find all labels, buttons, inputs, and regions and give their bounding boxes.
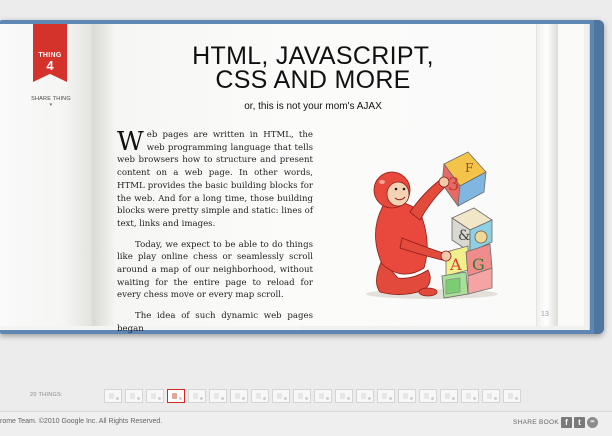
things-thumbnails [104, 389, 521, 405]
blocks-illustration: 3 F & A G [366, 151, 498, 299]
page-number: 13 [541, 311, 549, 318]
footer: rome Team. ©2010 Google Inc. All Rights … [0, 411, 612, 436]
thing-thumbnail-4[interactable] [167, 389, 185, 403]
paragraph-1: Web pages are written in HTML, the web p… [117, 129, 313, 231]
thing-thumbnail-3[interactable] [146, 389, 164, 403]
copyright-text: rome Team. ©2010 Google Inc. All Rights … [0, 418, 163, 425]
thing-thumbnail-18[interactable] [461, 389, 479, 403]
thing-thumbnail-17[interactable] [440, 389, 458, 403]
ribbon-number: 4 [46, 58, 54, 73]
thing-thumbnail-1[interactable] [104, 389, 122, 403]
thing-thumbnail-5[interactable] [188, 389, 206, 403]
paragraph-3: The idea of such dynamic web pages began [117, 311, 313, 334]
share-thing-button[interactable]: SHARE THING ▾ [30, 96, 72, 108]
thing-thumbnail-12[interactable] [335, 389, 353, 403]
block-a: A [445, 245, 469, 277]
block-green [441, 271, 469, 299]
page-curl-next[interactable] [536, 24, 558, 326]
paragraph-2: Today, we expect to be able to do things… [117, 239, 313, 301]
block-3f: 3 F [441, 151, 487, 208]
thing-thumbnail-15[interactable] [398, 389, 416, 403]
svg-text:G: G [472, 255, 485, 274]
svg-text:F: F [465, 161, 473, 175]
thing-thumbnail-14[interactable] [377, 389, 395, 403]
svg-text:&: & [458, 228, 470, 244]
thing-thumbnail-7[interactable] [230, 389, 248, 403]
thing-thumbnail-20[interactable] [503, 389, 521, 403]
thing-thumbnail-9[interactable] [272, 389, 290, 403]
red-character [373, 171, 452, 297]
thing-thumbnail-2[interactable] [125, 389, 143, 403]
thing-thumbnail-11[interactable] [314, 389, 332, 403]
thing-thumbnail-10[interactable] [293, 389, 311, 403]
facebook-icon[interactable]: f [561, 417, 572, 428]
thing-thumbnail-8[interactable] [251, 389, 269, 403]
chapter-title: HTML, JAVASCRIPT, CSS AND MORE [192, 42, 434, 94]
things-label: 20 THINGS: [30, 392, 63, 398]
buzz-icon[interactable]: ∞ [587, 417, 598, 428]
twitter-icon[interactable]: t [574, 417, 585, 428]
thing-thumbnail-6[interactable] [209, 389, 227, 403]
svg-text:3: 3 [448, 174, 459, 195]
things-navigation-bar: 20 THINGS: [0, 387, 612, 407]
drop-cap: W [117, 127, 144, 157]
paragraph-1-text: eb pages are written in HTML, the web pr… [117, 130, 313, 229]
thing-thumbnail-16[interactable] [419, 389, 437, 403]
chapter-subtitle: or, this is not your mom's AJAX [244, 101, 382, 112]
thing-thumbnail-13[interactable] [356, 389, 374, 403]
thing-ribbon: THING 4 [33, 24, 67, 82]
chapter-body: Web pages are written in HTML, the web p… [117, 129, 313, 344]
chevron-down-icon: ▾ [49, 102, 53, 108]
block-g: G [465, 243, 493, 295]
thing-thumbnail-19[interactable] [482, 389, 500, 403]
share-book-label: SHARE BOOK [513, 419, 559, 426]
